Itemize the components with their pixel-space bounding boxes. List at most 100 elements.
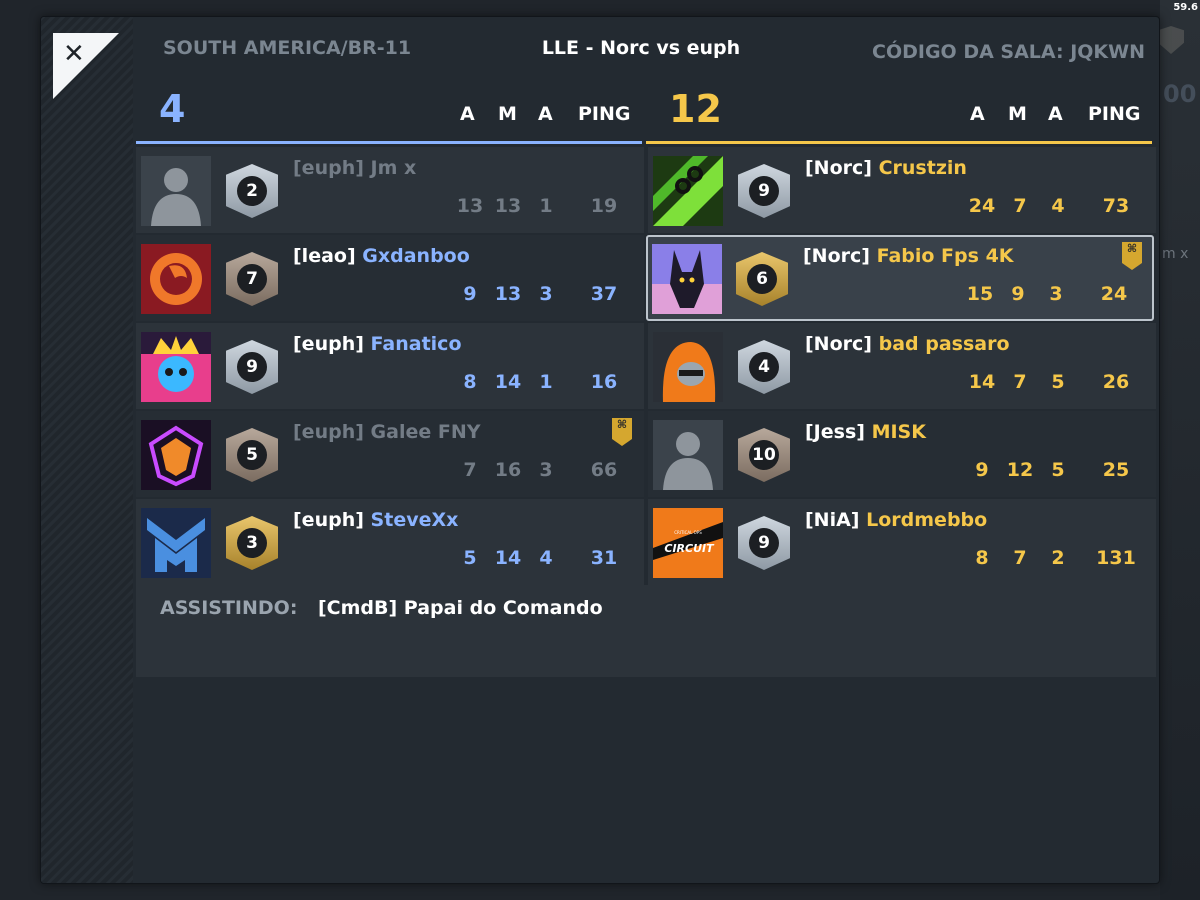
player-row[interactable]: 10 [Jess] MISK 9 12 5 25 — [648, 411, 1156, 497]
blue-col-m: M — [498, 103, 517, 125]
player-row[interactable]: 9 [euph] Fanatico 8 14 1 16 — [136, 323, 644, 409]
stat-a: 8 — [975, 547, 989, 569]
stat-as: 3 — [539, 283, 553, 305]
avatar-default — [141, 156, 211, 226]
background-name: m x — [1162, 246, 1189, 262]
stat-m: 7 — [1013, 371, 1027, 393]
player-row[interactable]: 7 [leao] Gxdanboo 9 13 3 37 — [136, 235, 644, 321]
player-name: [euph] SteveXx — [293, 509, 459, 531]
player-name: [euph] Jm x — [293, 157, 417, 179]
avatar-crowned-skull — [141, 332, 211, 402]
chevron-badge-icon: ⌘ — [612, 418, 632, 446]
gold-col-a: A — [970, 103, 985, 125]
stat-a: 8 — [463, 371, 477, 393]
stat-as: 1 — [539, 195, 553, 217]
fps-counter: 59.6 — [1173, 2, 1198, 13]
match-title: LLE - Norc vs euph — [541, 37, 741, 59]
blue-team-score: 4 — [159, 87, 186, 131]
stat-as: 4 — [539, 547, 553, 569]
stat-m: 7 — [1013, 547, 1027, 569]
server-region: SOUTH AMERICA/BR-11 — [163, 37, 412, 59]
rank-badge: 7 — [226, 252, 278, 306]
player-row-self[interactable]: 6 [Norc] Fabio Fps 4K ⌘ 15 9 3 24 — [646, 235, 1154, 321]
gold-team-underline — [646, 141, 1152, 144]
background-score: 00 — [1163, 80, 1197, 108]
stat-as: 2 — [1051, 547, 1065, 569]
svg-text:CRITICAL OPS: CRITICAL OPS — [674, 530, 702, 535]
stat-ping: 66 — [590, 459, 618, 481]
room-code-label: CÓDIGO DA SALA: — [872, 41, 1064, 63]
stat-a: 7 — [463, 459, 477, 481]
stat-as: 3 — [539, 459, 553, 481]
blue-team-underline — [136, 141, 642, 144]
stat-as: 5 — [1051, 459, 1065, 481]
chevron-badge-icon: ⌘ — [1122, 242, 1142, 270]
stat-m: 14 — [494, 371, 522, 393]
gold-col-a2: A — [1048, 103, 1063, 125]
player-name: [Jess] MISK — [805, 421, 926, 443]
scoreboard-panel: ✕ SOUTH AMERICA/BR-11 LLE - Norc vs euph… — [40, 16, 1160, 884]
rank-badge: 9 — [738, 516, 790, 570]
player-row[interactable]: 5 [euph] Galee FNY ⌘ 7 16 3 66 — [136, 411, 644, 497]
avatar-doberman — [652, 244, 722, 314]
stat-m: 7 — [1013, 195, 1027, 217]
blue-col-ping: PING — [578, 103, 631, 125]
player-name: [leao] Gxdanboo — [293, 245, 470, 267]
stat-ping: 24 — [1100, 283, 1128, 305]
stat-as: 5 — [1051, 371, 1065, 393]
room-code-value: JQKWN — [1070, 41, 1145, 63]
blue-col-a: A — [460, 103, 475, 125]
stat-ping: 26 — [1102, 371, 1130, 393]
stat-ping: 73 — [1102, 195, 1130, 217]
avatar-emblem — [141, 508, 211, 578]
background-right-strip — [1160, 0, 1200, 900]
player-name: [NiA] Lordmebbo — [805, 509, 988, 531]
rank-badge: 3 — [226, 516, 278, 570]
avatar-chain — [653, 156, 723, 226]
gold-col-ping: PING — [1088, 103, 1141, 125]
player-row[interactable]: CRITICAL OPS CIRCUIT 9 [NiA] Lordmebbo 8 … — [648, 499, 1156, 585]
player-row[interactable]: 2 [euph] Jm x 13 13 1 19 — [136, 147, 644, 233]
rank-badge: 6 — [736, 252, 788, 306]
stat-m: 16 — [494, 459, 522, 481]
avatar-default — [653, 420, 723, 490]
player-row[interactable]: 4 [Norc] bad passaro 14 7 5 26 — [648, 323, 1156, 409]
player-row[interactable]: 3 [euph] SteveXx 5 14 4 31 — [136, 499, 644, 585]
player-row[interactable]: 9 [Norc] Crustzin 24 7 4 73 — [648, 147, 1156, 233]
stat-a: 24 — [968, 195, 996, 217]
stat-ping: 25 — [1102, 459, 1130, 481]
rank-badge: 9 — [226, 340, 278, 394]
blue-col-a2: A — [538, 103, 553, 125]
stat-as: 3 — [1049, 283, 1063, 305]
avatar-ram — [141, 244, 211, 314]
stat-a: 5 — [463, 547, 477, 569]
spectators-label: ASSISTINDO: — [160, 597, 298, 619]
player-name: [euph] Galee FNY — [293, 421, 481, 443]
room-code: CÓDIGO DA SALA: JQKWN — [872, 41, 1145, 63]
avatar-wolf — [141, 420, 211, 490]
avatar-hooded — [653, 332, 723, 402]
spectators-section: ASSISTINDO: [CmdB] Papai do Comando — [136, 585, 1156, 677]
player-name: [Norc] bad passaro — [805, 333, 1010, 355]
stat-m: 13 — [494, 195, 522, 217]
stat-a: 15 — [966, 283, 994, 305]
rank-badge: 9 — [738, 164, 790, 218]
rank-badge: 4 — [738, 340, 790, 394]
stat-as: 1 — [539, 371, 553, 393]
gold-team-score: 12 — [669, 87, 722, 131]
spectator-name[interactable]: [CmdB] Papai do Comando — [318, 597, 603, 619]
player-name: [Norc] Fabio Fps 4K — [803, 245, 1014, 267]
stat-m: 9 — [1011, 283, 1025, 305]
stat-a: 14 — [968, 371, 996, 393]
decorative-stripes — [41, 17, 133, 883]
player-name: [euph] Fanatico — [293, 333, 462, 355]
stat-ping: 16 — [590, 371, 618, 393]
stat-ping: 19 — [590, 195, 618, 217]
stat-ping: 31 — [590, 547, 618, 569]
stat-m: 12 — [1006, 459, 1034, 481]
stat-a: 9 — [463, 283, 477, 305]
stat-ping: 37 — [590, 283, 618, 305]
rank-badge: 2 — [226, 164, 278, 218]
stat-a: 13 — [456, 195, 484, 217]
svg-text:CIRCUIT: CIRCUIT — [664, 542, 715, 555]
